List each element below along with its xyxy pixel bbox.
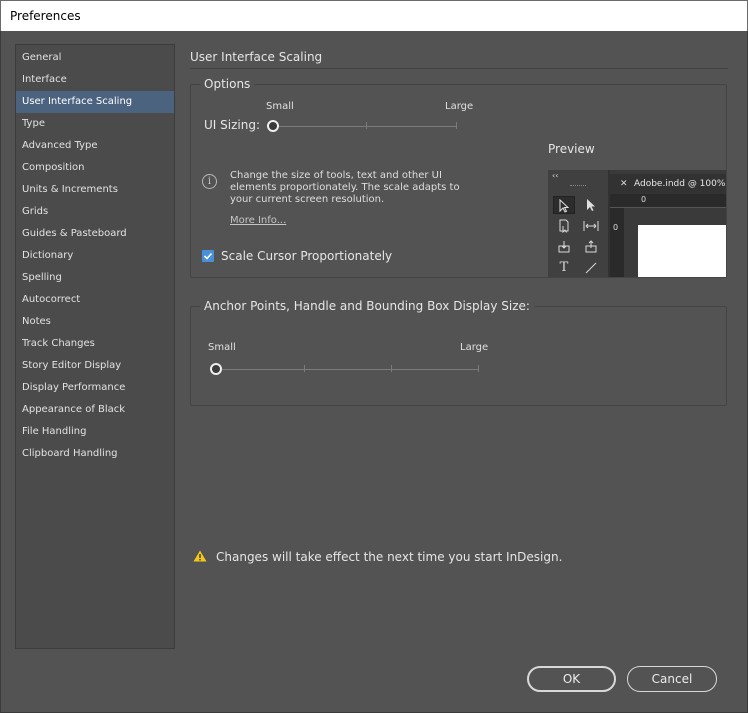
anchor-size-tick xyxy=(478,365,479,372)
grip-icon xyxy=(570,185,586,187)
sidebar-item-story-editor-display[interactable]: Story Editor Display xyxy=(16,355,174,377)
sidebar-item-clipboard-handling[interactable]: Clipboard Handling xyxy=(16,443,174,465)
sidebar-item-appearance-of-black[interactable]: Appearance of Black xyxy=(16,399,174,421)
sidebar-item-grids[interactable]: Grids xyxy=(16,201,174,223)
sidebar-item-units-increments[interactable]: Units & Increments xyxy=(16,179,174,201)
ui-sizing-large-label: Large xyxy=(445,101,474,112)
info-icon: i xyxy=(202,174,217,189)
sidebar-item-display-performance[interactable]: Display Performance xyxy=(16,377,174,399)
anchor-large-label: Large xyxy=(460,342,489,353)
ui-sizing-track[interactable] xyxy=(273,126,457,127)
title-bar: Preferences xyxy=(0,0,748,31)
ruler-zero-label: 0 xyxy=(613,223,619,232)
checkmark-icon xyxy=(203,252,213,260)
preview-label: Preview xyxy=(548,142,595,156)
preview-document-tab: ✕ Adobe.indd @ 100% | xyxy=(610,174,726,194)
ui-sizing-tick xyxy=(366,122,367,129)
title-divider xyxy=(190,68,728,69)
vertical-ruler: 0 xyxy=(610,208,624,277)
horizontal-ruler: 0 xyxy=(610,194,726,208)
anchor-small-label: Small xyxy=(208,342,236,353)
sidebar-item-advanced-type[interactable]: Advanced Type xyxy=(16,135,174,157)
sidebar-item-user-interface-scaling[interactable]: User Interface Scaling xyxy=(16,91,174,113)
sidebar-item-composition[interactable]: Composition xyxy=(16,157,174,179)
more-info-link[interactable]: More Info... xyxy=(230,215,286,226)
window-title: Preferences xyxy=(10,9,81,23)
anchor-size-legend: Anchor Points, Handle and Bounding Box D… xyxy=(200,299,534,313)
info-text: Change the size of tools, text and other… xyxy=(230,170,460,205)
anchor-size-group xyxy=(190,306,727,406)
content-collector-icon xyxy=(553,238,575,256)
anchor-size-tick xyxy=(304,365,305,372)
warning-icon xyxy=(193,550,207,562)
sidebar-item-type[interactable]: Type xyxy=(16,113,174,135)
direct-selection-tool-icon xyxy=(580,196,602,214)
content-placer-icon xyxy=(580,238,602,256)
ruler-zero-label: 0 xyxy=(641,195,647,204)
anchor-size-track[interactable] xyxy=(216,369,479,370)
options-legend: Options xyxy=(200,77,255,91)
restart-warning-text: Changes will take effect the next time y… xyxy=(216,550,563,564)
sidebar-item-interface[interactable]: Interface xyxy=(16,69,174,91)
collapse-icon: ‹‹ xyxy=(552,171,559,180)
page-tool-icon xyxy=(553,217,575,235)
ui-sizing-small-label: Small xyxy=(266,101,294,112)
close-icon: ✕ xyxy=(620,179,628,189)
sidebar-item-notes[interactable]: Notes xyxy=(16,311,174,333)
preview-toolbar: ‹‹ T xyxy=(548,170,608,277)
type-tool-icon: T xyxy=(559,260,569,275)
preview-tab-title: Adobe.indd @ 100% | xyxy=(634,179,726,189)
sidebar-item-autocorrect[interactable]: Autocorrect xyxy=(16,289,174,311)
scale-cursor-checkbox[interactable] xyxy=(202,250,214,262)
sidebar-item-file-handling[interactable]: File Handling xyxy=(16,421,174,443)
sidebar-item-guides-pasteboard[interactable]: Guides & Pasteboard xyxy=(16,223,174,245)
sidebar-item-track-changes[interactable]: Track Changes xyxy=(16,333,174,355)
category-list: General Interface User Interface Scaling Ty… xyxy=(15,44,175,649)
line-tool-icon xyxy=(580,259,602,277)
cancel-button[interactable]: Cancel xyxy=(627,666,717,692)
sidebar-item-spelling[interactable]: Spelling xyxy=(16,267,174,289)
selection-tool-icon xyxy=(553,196,575,214)
ui-sizing-tick xyxy=(456,122,457,129)
ok-button[interactable]: OK xyxy=(527,666,616,692)
preview-page xyxy=(638,225,726,277)
scale-cursor-label[interactable]: Scale Cursor Proportionately xyxy=(221,249,392,263)
ui-sizing-label: UI Sizing: xyxy=(204,118,260,132)
ui-sizing-slider-handle[interactable] xyxy=(267,120,279,132)
gap-tool-icon xyxy=(580,217,602,235)
anchor-size-tick xyxy=(391,365,392,372)
anchor-size-slider-handle[interactable] xyxy=(210,363,222,375)
preview-document: ✕ Adobe.indd @ 100% | 0 0 xyxy=(610,170,726,277)
sidebar-item-dictionary[interactable]: Dictionary xyxy=(16,245,174,267)
preview-thumbnail: ‹‹ T ✕ Adobe.indd @ 100% | 0 0 xyxy=(548,170,726,277)
sidebar-item-general[interactable]: General xyxy=(16,47,174,69)
page-title: User Interface Scaling xyxy=(190,50,323,64)
